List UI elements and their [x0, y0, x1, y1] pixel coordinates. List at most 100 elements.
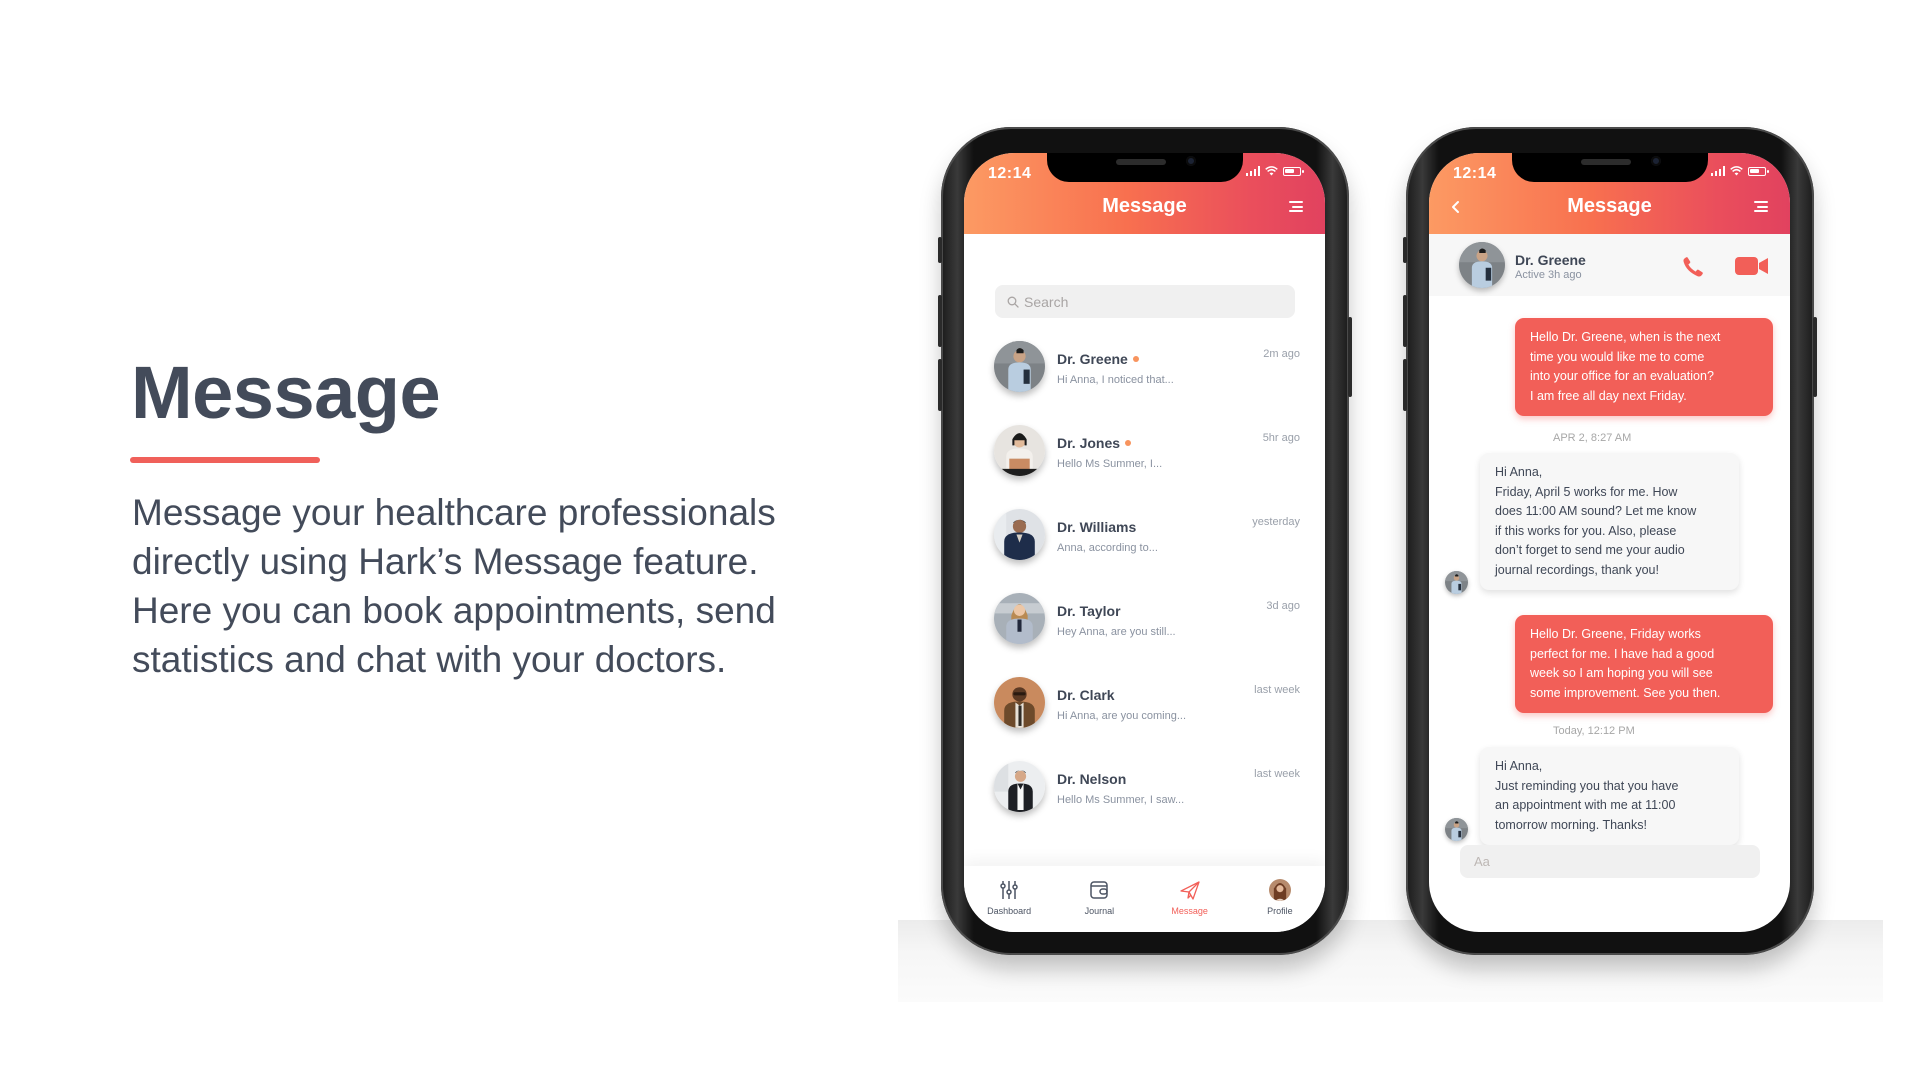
- signal-icon: [1245, 166, 1260, 176]
- message-line: Just reminding you that you have: [1495, 778, 1679, 793]
- avatar[interactable]: [1459, 242, 1505, 288]
- incoming-message: Hi Anna, Just reminding you that you hav…: [1480, 747, 1739, 845]
- message-line: does 11:00 AM sound? Let me know: [1495, 504, 1697, 518]
- message-line: some improvement. See you then.: [1530, 685, 1721, 700]
- tab-label: Message: [1171, 906, 1208, 916]
- incoming-message: Hi Anna, Friday, April 5 works for me. H…: [1480, 453, 1739, 590]
- message-line: tomorrow morning. Thanks!: [1495, 817, 1647, 832]
- battery-icon: [1748, 166, 1769, 176]
- profile-avatar: [1269, 879, 1291, 901]
- title-underline: [130, 457, 320, 463]
- message-time: 5hr ago: [1262, 432, 1300, 444]
- tab-journal[interactable]: Journal: [1054, 866, 1144, 932]
- contact-name: Dr. Nelson: [1057, 771, 1127, 787]
- wifi-icon: [1730, 166, 1743, 176]
- message-preview: Anna, according to...: [1057, 542, 1158, 554]
- contact-name: Dr. Taylor: [1057, 603, 1121, 619]
- tab-dashboard[interactable]: Dashboard: [964, 866, 1054, 932]
- mute-switch: [938, 237, 942, 263]
- phone-call-icon[interactable]: [1681, 255, 1705, 279]
- avatar: [994, 425, 1045, 476]
- conversation-item[interactable]: Dr. Clark Hi Anna, are you coming... las…: [994, 677, 1304, 737]
- message-line: time you would like me to come: [1530, 349, 1705, 364]
- chat-contact-header: Dr. Greene Active 3h ago: [1429, 234, 1790, 296]
- outgoing-message: Hello Dr. Greene, when is the next time …: [1515, 318, 1773, 416]
- message-line: Hi Anna,: [1495, 759, 1543, 773]
- chat-screen: 12:14 Message Dr. Greene Active 3h ago H…: [1429, 153, 1790, 932]
- menu-icon[interactable]: [1754, 201, 1768, 212]
- sender-avatar: [1445, 818, 1468, 841]
- tab-label: Profile: [1267, 906, 1293, 916]
- message-time: 2m ago: [1263, 348, 1300, 360]
- contact-name: Dr. Clark: [1057, 687, 1115, 703]
- feature-description: Message your healthcare professionals di…: [132, 488, 852, 684]
- conversation-item[interactable]: Dr. Nelson Hello Ms Summer, I saw... las…: [994, 761, 1304, 821]
- status-icons: [1710, 166, 1769, 176]
- volume-down-button: [1403, 359, 1407, 411]
- search-icon: [1007, 296, 1019, 308]
- search-input[interactable]: [1024, 293, 1264, 310]
- message-preview: Hey Anna, are you still...: [1057, 626, 1176, 638]
- contact-active-status: Active 3h ago: [1515, 269, 1582, 281]
- tab-label: Journal: [1084, 906, 1115, 916]
- volume-up-button: [1403, 295, 1407, 347]
- message-preview: Hello Ms Summer, I...: [1057, 458, 1163, 470]
- message-line: Friday, April 5 works for me. How: [1495, 484, 1678, 499]
- avatar: [994, 677, 1045, 728]
- conversation-item[interactable]: Dr. Greene Hi Anna, I noticed that... 2m…: [994, 341, 1304, 401]
- header-title: Message: [1102, 195, 1187, 217]
- message-line: I am free all day next Friday.: [1530, 388, 1687, 403]
- phone-frame-chat: 12:14 Message Dr. Greene Active 3h ago H…: [1403, 127, 1817, 955]
- message-preview: Hi Anna, I noticed that...: [1057, 374, 1174, 386]
- message-line: into your office for an evaluation?: [1530, 369, 1714, 383]
- conversation-item[interactable]: Dr. Taylor Hey Anna, are you still... 3d…: [994, 593, 1304, 653]
- sender-avatar: [1445, 571, 1468, 594]
- power-button: [1348, 317, 1352, 397]
- feature-title: Message: [131, 351, 441, 434]
- message-line: week so I am hoping you will see: [1530, 666, 1713, 680]
- tab-profile[interactable]: Profile: [1235, 866, 1325, 932]
- message-input[interactable]: [1460, 845, 1760, 878]
- description-line: Message your healthcare professionals: [132, 492, 776, 533]
- volume-down-button: [938, 359, 942, 411]
- sliders-icon: [1000, 881, 1018, 899]
- avatar: [994, 761, 1045, 812]
- message-timestamp: APR 2, 8:27 AM: [1553, 432, 1632, 444]
- signal-icon: [1710, 166, 1725, 176]
- compose-field[interactable]: [1460, 845, 1760, 878]
- unread-dot: [1132, 356, 1139, 362]
- phone-notch: [1047, 153, 1243, 182]
- video-call-icon[interactable]: [1735, 257, 1769, 275]
- paper-plane-icon: [1179, 881, 1200, 900]
- bottom-tab-bar: Dashboard Journal Message Profile: [964, 866, 1325, 932]
- phone-notch: [1512, 153, 1708, 182]
- menu-icon[interactable]: [1289, 201, 1303, 212]
- message-line: Hello Dr. Greene, Friday works: [1530, 627, 1701, 641]
- conversation-item[interactable]: Dr. Williams Anna, according to... yeste…: [994, 509, 1304, 569]
- tab-label: Dashboard: [987, 906, 1032, 916]
- description-line: statistics and chat with your doctors.: [132, 639, 727, 680]
- contact-name: Dr. Jones: [1057, 435, 1121, 451]
- header-title: Message: [1567, 195, 1652, 217]
- message-line: perfect for me. I have had a good: [1530, 646, 1715, 661]
- description-line: directly using Hark’s Message feature.: [132, 541, 759, 582]
- message-time: last week: [1254, 684, 1300, 696]
- message-preview: Hi Anna, are you coming...: [1057, 710, 1187, 722]
- message-line: if this works for you. Also, please: [1495, 523, 1677, 538]
- avatar: [994, 509, 1045, 560]
- unread-dot: [1125, 440, 1132, 446]
- volume-up-button: [938, 295, 942, 347]
- contact-name: Dr. Greene: [1515, 252, 1586, 268]
- status-time: 12:14: [988, 165, 1032, 182]
- message-time: yesterday: [1252, 516, 1300, 528]
- wifi-icon: [1265, 166, 1278, 176]
- message-line: don’t forget to send me your audio: [1495, 543, 1685, 557]
- message-time: last week: [1254, 768, 1300, 780]
- description-line: Here you can book appointments, send: [132, 590, 776, 631]
- message-line: Hello Dr. Greene, when is the next: [1530, 330, 1721, 344]
- conversation-item[interactable]: Dr. Jones Hello Ms Summer, I... 5hr ago: [994, 425, 1304, 485]
- outgoing-message: Hello Dr. Greene, Friday works perfect f…: [1515, 615, 1773, 713]
- search-field[interactable]: [995, 285, 1295, 318]
- wallet-icon: [1090, 881, 1109, 899]
- tab-message[interactable]: Message: [1145, 866, 1235, 932]
